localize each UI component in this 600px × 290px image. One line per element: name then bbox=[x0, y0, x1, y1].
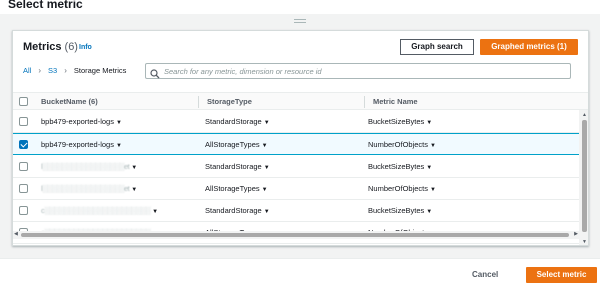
caret-down-icon[interactable]: ▼ bbox=[116, 143, 122, 149]
storage-type-cell[interactable]: StandardStorage ▼ bbox=[205, 117, 270, 126]
metrics-panel: Metrics (6) Info Graph search Graphed met… bbox=[12, 30, 589, 246]
storage-type-cell[interactable]: AllStorageTypes▼ bbox=[205, 184, 268, 193]
metric-name-cell[interactable]: BucketSizeBytes ▼ bbox=[368, 206, 432, 215]
caret-down-icon[interactable]: ▼ bbox=[262, 187, 268, 193]
metric-name: NumberOfObjects bbox=[368, 184, 429, 193]
breadcrumb-s3[interactable]: S3 bbox=[48, 66, 57, 75]
table-row[interactable]: c░░░░░░░░░░░░░░░░░░░░░░ ▼ StandardStorage… bbox=[13, 200, 579, 222]
bucket-name-cell[interactable]: bpb479-exported-logs ▼ bbox=[41, 140, 122, 149]
column-header-bucketname[interactable]: BucketName (6) bbox=[41, 97, 98, 106]
info-link[interactable]: Info bbox=[79, 44, 92, 51]
row-checkbox[interactable] bbox=[19, 117, 28, 126]
storage-type: StandardStorage bbox=[205, 206, 262, 215]
panel-title-label: Metrics bbox=[23, 41, 62, 53]
search-box[interactable] bbox=[145, 63, 571, 79]
bucket-name-obscured: l░░░░░░░░░░░░░░░░░et bbox=[41, 184, 130, 193]
modal-title: Select metric bbox=[8, 0, 83, 11]
scroll-down-icon[interactable]: ▼ bbox=[582, 239, 587, 245]
panel-title: Metrics (6) bbox=[23, 41, 78, 53]
table-row[interactable]: l░░░░░░░░░░░░░░░░░et ▼ StandardStorage ▼ B… bbox=[13, 156, 579, 178]
metric-name: BucketSizeBytes bbox=[368, 206, 425, 215]
bucket-name-cell[interactable]: bpb479-exported-logs ▼ bbox=[41, 117, 122, 126]
row-checkbox[interactable] bbox=[19, 184, 28, 193]
caret-down-icon[interactable]: ▼ bbox=[264, 120, 270, 126]
caret-down-icon[interactable]: ▼ bbox=[430, 143, 436, 149]
column-header-metric-name[interactable]: Metric Name bbox=[373, 97, 418, 106]
storage-type: AllStorageTypes bbox=[205, 140, 260, 149]
bucket-name-cell[interactable]: l░░░░░░░░░░░░░░░░░et ▼ bbox=[41, 162, 137, 171]
resize-grip-icon[interactable] bbox=[294, 19, 306, 23]
search-icon bbox=[150, 66, 160, 84]
modal-footer: Cancel Select metric bbox=[0, 258, 600, 290]
graph-search-button[interactable]: Graph search bbox=[400, 39, 474, 55]
scroll-right-icon[interactable]: ▶ bbox=[574, 231, 578, 237]
breadcrumb-all[interactable]: All bbox=[23, 66, 31, 75]
modal-header: Select metric bbox=[0, 0, 600, 14]
bucket-name-obscured: c░░░░░░░░░░░░░░░░░░░░░░ bbox=[41, 206, 151, 215]
chevron-right-icon: › bbox=[38, 66, 42, 75]
bucket-name-cell[interactable]: l░░░░░░░░░░░░░░░░░et ▼ bbox=[41, 184, 137, 193]
row-checkbox[interactable] bbox=[19, 206, 28, 215]
search-input[interactable] bbox=[164, 65, 564, 77]
table-header: BucketName (6) StorageType Metric Name bbox=[13, 92, 588, 110]
storage-type-cell[interactable]: StandardStorage ▼ bbox=[205, 162, 270, 171]
caret-down-icon[interactable]: ▼ bbox=[264, 209, 270, 215]
bucket-name-obscured: l░░░░░░░░░░░░░░░░░et bbox=[41, 162, 130, 171]
chevron-right-icon: › bbox=[64, 66, 67, 75]
vertical-scrollbar[interactable]: ▲ ▼ bbox=[579, 110, 588, 245]
table-row[interactable]: bpb479-exported-logs ▼ StandardStorage ▼ B… bbox=[13, 111, 579, 133]
metric-name-cell[interactable]: BucketSizeBytes ▼ bbox=[368, 117, 432, 126]
horizontal-scroll-thumb[interactable] bbox=[21, 233, 569, 237]
storage-type: AllStorageTypes bbox=[205, 184, 260, 193]
column-divider[interactable] bbox=[198, 96, 199, 108]
scroll-left-icon[interactable]: ◀ bbox=[14, 231, 18, 237]
caret-down-icon[interactable]: ▼ bbox=[116, 120, 122, 126]
storage-type-cell[interactable]: AllStorageTypes▼ bbox=[205, 140, 268, 149]
caret-down-icon[interactable]: ▼ bbox=[262, 143, 268, 149]
row-checkbox-checked[interactable] bbox=[19, 140, 28, 149]
graphed-metrics-button[interactable]: Graphed metrics (1) bbox=[480, 39, 578, 55]
table-row[interactable]: l░░░░░░░░░░░░░░░░░et ▼ AllStorageTypes ▼ N… bbox=[13, 178, 579, 200]
metric-name: BucketSizeBytes bbox=[368, 117, 425, 126]
scroll-up-icon[interactable]: ▲ bbox=[582, 112, 587, 118]
table-row-selected[interactable]: bpb479-exported-logs ▼ AllStorageTypes ▼ N… bbox=[13, 133, 579, 155]
caret-down-icon[interactable]: ▼ bbox=[426, 120, 432, 126]
caret-down-icon[interactable]: ▼ bbox=[426, 165, 432, 171]
select-metric-modal: Select metric Metrics (6) Info Graph sear… bbox=[0, 0, 600, 290]
storage-type-cell[interactable]: StandardStorage ▼ bbox=[205, 206, 270, 215]
select-all-checkbox[interactable] bbox=[19, 97, 28, 106]
storage-type: StandardStorage bbox=[205, 117, 262, 126]
caret-down-icon[interactable]: ▼ bbox=[131, 187, 137, 193]
breadcrumb: All › S3 › Storage Metrics bbox=[23, 66, 126, 75]
vertical-scroll-thumb[interactable] bbox=[582, 120, 587, 232]
bucket-name: bpb479-exported-logs bbox=[41, 117, 114, 126]
metric-name-cell[interactable]: NumberOfObjects▼ bbox=[368, 184, 436, 193]
bucket-name-cell[interactable]: c░░░░░░░░░░░░░░░░░░░░░░▼ bbox=[41, 206, 158, 215]
caret-down-icon[interactable]: ▼ bbox=[426, 209, 432, 215]
breadcrumb-storage-metrics: Storage Metrics bbox=[73, 66, 127, 75]
caret-down-icon[interactable]: ▼ bbox=[152, 209, 158, 215]
cancel-button[interactable]: Cancel bbox=[472, 270, 498, 279]
column-header-storagetype[interactable]: StorageType bbox=[207, 97, 252, 106]
row-checkbox[interactable] bbox=[19, 162, 28, 171]
bucket-name: bpb479-exported-logs bbox=[41, 140, 114, 149]
storage-type: StandardStorage bbox=[205, 162, 262, 171]
metrics-count: (6) bbox=[64, 41, 78, 53]
caret-down-icon[interactable]: ▼ bbox=[131, 165, 137, 171]
horizontal-scrollbar[interactable]: ◀ ▶ bbox=[13, 231, 579, 239]
select-metric-button[interactable]: Select metric bbox=[526, 267, 597, 283]
metric-name-cell[interactable]: BucketSizeBytes ▼ bbox=[368, 162, 432, 171]
caret-down-icon[interactable]: ▼ bbox=[430, 187, 436, 193]
caret-down-icon[interactable]: ▼ bbox=[264, 165, 270, 171]
metric-name-cell[interactable]: NumberOfObjects▼ bbox=[368, 140, 436, 149]
column-divider[interactable] bbox=[364, 96, 365, 108]
metric-name: NumberOfObjects bbox=[368, 140, 429, 149]
metric-name: BucketSizeBytes bbox=[368, 162, 425, 171]
